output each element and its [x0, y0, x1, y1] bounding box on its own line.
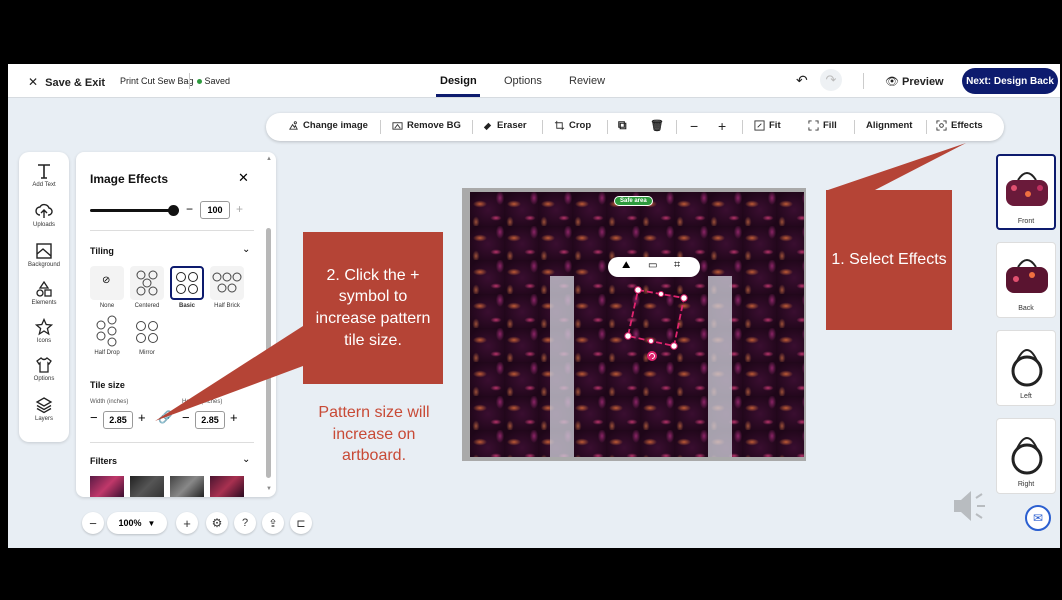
callout-1-pointer [828, 143, 966, 190]
callout-click-plus: 2. Click the + symbol to increase patter… [303, 232, 443, 384]
pattern-size-note: Pattern size will increase on artboard. [318, 404, 430, 465]
callout-2-pointer [155, 326, 303, 421]
screen: ✕ Save & Exit Print Cut Sew Bag Saved De… [0, 0, 1062, 600]
callout-select-effects: 1. Select Effects [826, 190, 952, 330]
